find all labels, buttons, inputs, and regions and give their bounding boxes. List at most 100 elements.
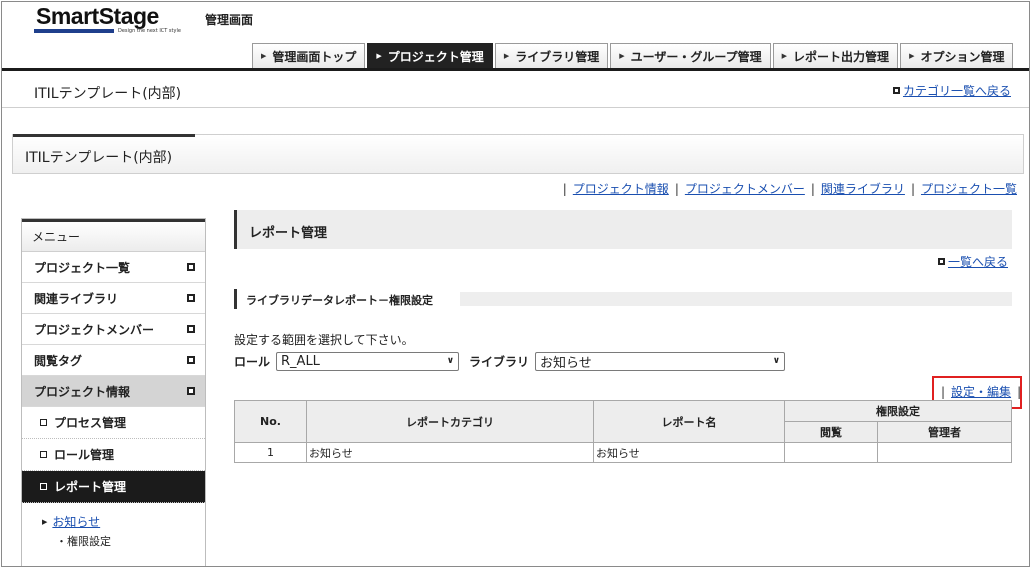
col-header-no: No. <box>234 400 307 443</box>
col-header-name: レポート名 <box>593 400 785 443</box>
square-bullet-icon <box>187 325 195 333</box>
link-project-list[interactable]: プロジェクト一覧 <box>921 180 1017 197</box>
separator: | <box>674 181 679 196</box>
separator: | <box>810 181 815 196</box>
sidebar-item-view-tags[interactable]: 閲覧タグ <box>22 345 205 376</box>
back-to-category: カテゴリ一覧へ戻る <box>892 82 1011 99</box>
sidebar-item-label: 閲覧タグ <box>34 353 83 368</box>
project-header: ITILテンプレート(内部) <box>12 134 1024 174</box>
cell-view <box>784 442 878 463</box>
sidebar-subitem-label: プロセス管理 <box>54 416 127 430</box>
logo-bar <box>34 29 114 33</box>
sidebar-item-label: プロジェクト一覧 <box>34 260 131 275</box>
tab-user-group-management[interactable]: ▶ ユーザー・グループ管理 <box>610 43 771 68</box>
cell-name: お知らせ <box>593 442 785 463</box>
separator: | <box>562 181 567 196</box>
subheader: ITILテンプレート(内部) カテゴリ一覧へ戻る <box>2 72 1029 108</box>
chevron-down-icon: ∨ <box>446 356 455 366</box>
section-bar <box>234 289 237 309</box>
tab-option-management[interactable]: ▶ オプション管理 <box>900 43 1014 68</box>
tab-label: ユーザー・グループ管理 <box>630 49 762 64</box>
arrow-right-icon: ▶ <box>503 52 510 60</box>
section-title: ライブラリデータレポート－権限設定 <box>246 294 433 307</box>
col-header-permission: 権限設定 <box>784 400 1012 422</box>
sidebar: メニュー プロジェクト一覧 関連ライブラリ プロジェクトメンバー 閲覧タグ プロ… <box>21 218 206 566</box>
sidebar-item-label: プロジェクトメンバー <box>34 322 155 337</box>
tab-label: 管理画面トップ <box>272 49 357 64</box>
arrow-right-icon: ▶ <box>781 52 788 60</box>
square-bullet-icon <box>187 263 195 271</box>
square-bullet-icon <box>40 451 47 458</box>
sidebar-tree: ▶ お知らせ ・権限設定 <box>22 503 205 549</box>
app-window: SmartStage Design the next ICT style 管理画… <box>1 1 1030 567</box>
logo-tagline: Design the next ICT style <box>118 28 181 34</box>
sidebar-item-project-list[interactable]: プロジェクト一覧 <box>22 252 205 283</box>
arrow-right-icon: ▶ <box>376 52 382 60</box>
col-header-admin: 管理者 <box>877 421 1012 443</box>
library-select-value: お知らせ <box>540 355 592 371</box>
square-bullet-icon <box>40 419 47 426</box>
report-header: レポート管理 <box>234 210 1012 249</box>
tree-link-notice[interactable]: お知らせ <box>52 513 100 530</box>
tree-child-permission: ・権限設定 <box>56 535 111 548</box>
link-project-members[interactable]: プロジェクトメンバー <box>685 180 805 197</box>
square-bullet-icon <box>937 258 945 265</box>
chevron-down-icon: ∨ <box>772 356 781 366</box>
selector-row: ロール R_ALL ∨ ライブラリ お知らせ ∨ <box>234 351 786 371</box>
instruction-text: 設定する範囲を選択して下さい。 <box>234 333 414 347</box>
separator: | <box>910 181 915 196</box>
tab-report-output-management[interactable]: ▶ レポート出力管理 <box>772 43 899 68</box>
tab-project-management[interactable]: ▶ プロジェクト管理 <box>367 43 493 68</box>
sidebar-subitem-report-management[interactable]: レポート管理 <box>22 471 205 503</box>
square-bullet-icon <box>187 294 195 302</box>
project-header-tab <box>13 134 195 137</box>
tab-label: プロジェクト管理 <box>387 49 484 64</box>
sidebar-subitem-role-management[interactable]: ロール管理 <box>22 439 205 471</box>
project-title: ITILテンプレート(内部) <box>25 150 173 166</box>
project-links: | プロジェクト情報 | プロジェクトメンバー | 関連ライブラリ | プロジェ… <box>557 180 1017 197</box>
role-select[interactable]: R_ALL ∨ <box>276 351 460 371</box>
sidebar-item-label: 関連ライブラリ <box>34 291 119 306</box>
role-label: ロール <box>234 354 271 369</box>
sidebar-item-related-library[interactable]: 関連ライブラリ <box>22 283 205 314</box>
logo-text: SmartStage <box>36 3 159 29</box>
tree-node: ▶ お知らせ <box>42 513 205 530</box>
link-related-library[interactable]: 関連ライブラリ <box>821 180 905 197</box>
link-project-info[interactable]: プロジェクト情報 <box>573 180 669 197</box>
sidebar-item-project-members[interactable]: プロジェクトメンバー <box>22 314 205 345</box>
sidebar-subitem-label: レポート管理 <box>54 480 127 494</box>
tab-label: ライブラリ管理 <box>515 49 600 64</box>
section-fill <box>460 292 1012 306</box>
separator: | <box>1017 384 1022 399</box>
sidebar-subitem-process-management[interactable]: プロセス管理 <box>22 407 205 439</box>
library-select[interactable]: お知らせ ∨ <box>535 351 786 371</box>
col-header-view: 閲覧 <box>784 421 878 443</box>
square-bullet-icon <box>40 483 47 490</box>
admin-title: 管理画面 <box>205 13 254 27</box>
role-select-value: R_ALL <box>281 353 320 369</box>
back-to-list-link[interactable]: 一覧へ戻る <box>948 253 1008 270</box>
settings-edit-group: | 設定・編集 | <box>935 383 1027 400</box>
back-to-category-link[interactable]: カテゴリ一覧へ戻る <box>903 82 1011 99</box>
back-to-list: 一覧へ戻る <box>937 253 1008 270</box>
separator: | <box>941 384 946 399</box>
tab-library-management[interactable]: ▶ ライブラリ管理 <box>494 43 609 68</box>
table-row: 1 お知らせ お知らせ <box>234 442 1012 463</box>
tab-admin-top[interactable]: ▶ 管理画面トップ <box>252 43 366 68</box>
triangle-right-icon: ▶ <box>42 517 48 526</box>
cell-category: お知らせ <box>306 442 594 463</box>
arrow-right-icon: ▶ <box>909 52 915 60</box>
tab-label: レポート出力管理 <box>793 49 890 64</box>
library-label: ライブラリ <box>469 354 530 369</box>
sidebar-item-project-info[interactable]: プロジェクト情報 <box>22 376 205 407</box>
tab-label: オプション管理 <box>920 49 1005 64</box>
cell-no: 1 <box>234 442 307 463</box>
arrow-right-icon: ▶ <box>261 52 267 60</box>
header-divider <box>2 68 1029 71</box>
square-bullet-icon <box>187 356 195 364</box>
header: SmartStage Design the next ICT style 管理画… <box>2 2 1029 72</box>
square-bullet-icon <box>187 387 195 395</box>
cell-admin <box>877 442 1012 463</box>
settings-edit-link[interactable]: 設定・編集 <box>951 383 1011 400</box>
page-title: ITILテンプレート(内部) <box>34 86 182 102</box>
